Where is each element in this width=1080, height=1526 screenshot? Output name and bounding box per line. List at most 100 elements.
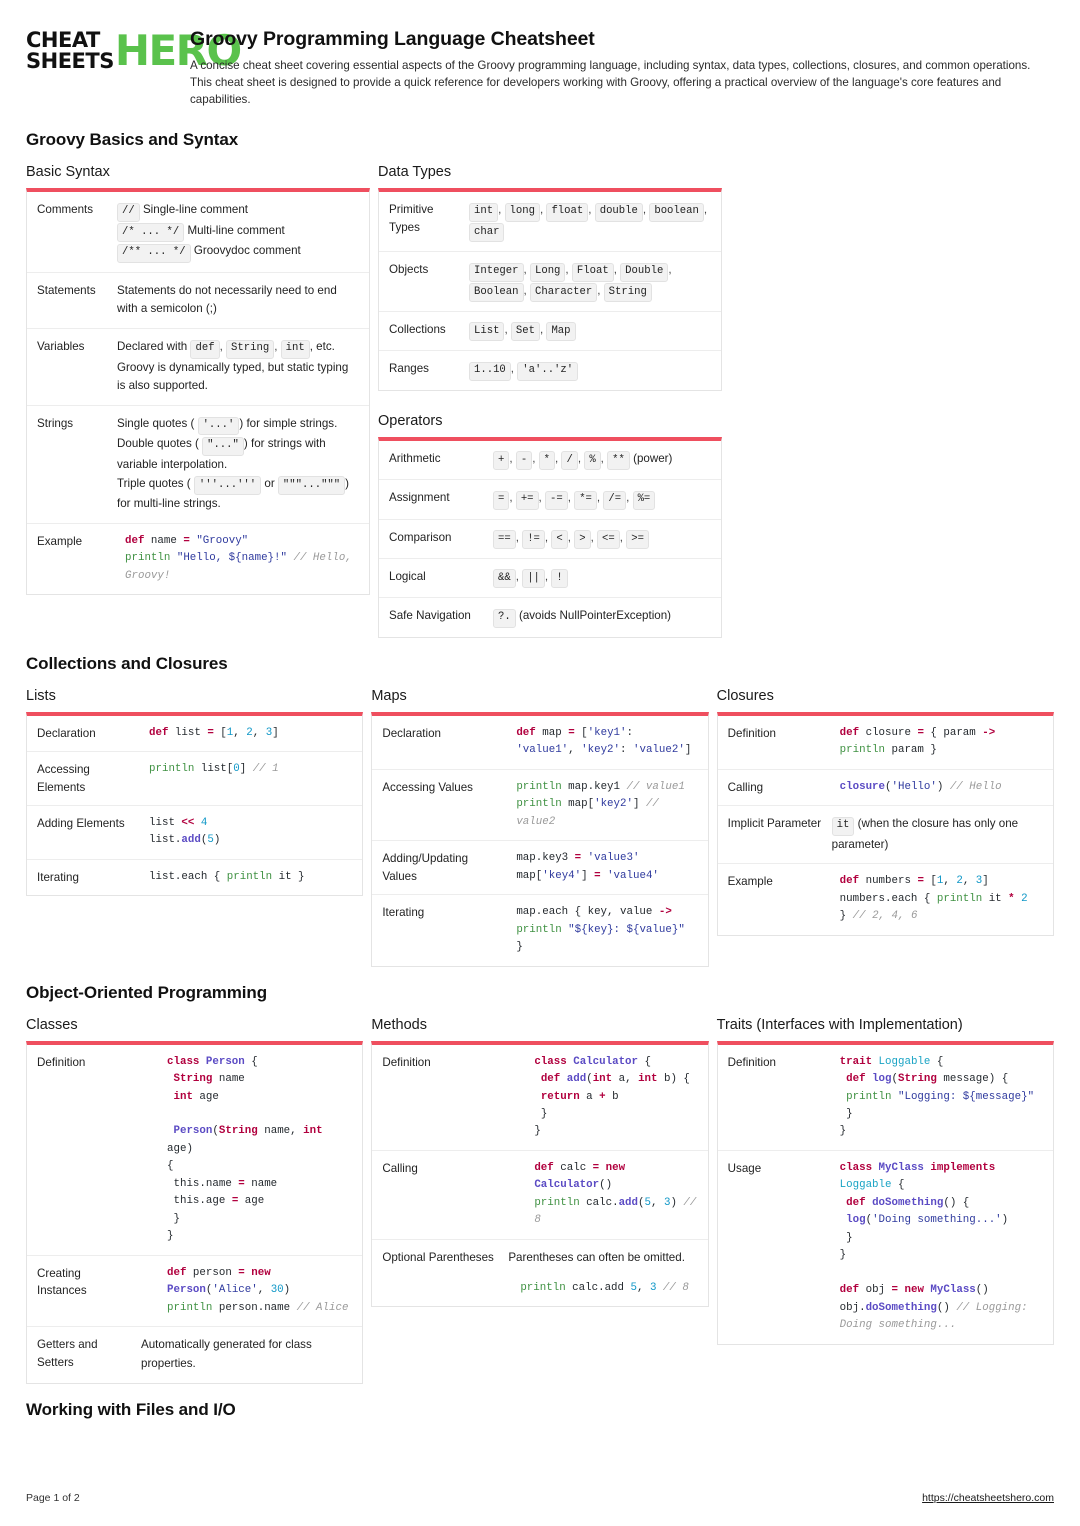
- row-value: def numbers = [1, 2, 3] numbers.each { p…: [828, 864, 1053, 934]
- table-row: Objects Integer, Long, Float, Double, Bo…: [379, 251, 721, 311]
- row-value: println list[0] // 1: [137, 752, 362, 787]
- cheatsheet-page: CHEAT SHEETS HERO Groovy Programming Lan…: [0, 0, 1080, 1526]
- code-block: class MyClass implements Loggable { def …: [839, 1161, 1035, 1332]
- row-value: list.each { println it }: [137, 860, 362, 895]
- table-row: Example def name = "Groovy" println "Hel…: [27, 522, 369, 594]
- page-footer: Page 1 of 2 https://cheatsheetshero.com: [26, 1492, 1054, 1504]
- code-chip: %: [584, 451, 601, 471]
- card-title-classes: Classes: [26, 1016, 78, 1033]
- page-number: Page 1 of 2: [26, 1492, 80, 1504]
- code-block: println calc.add 5, 3 // 8: [520, 1281, 689, 1294]
- code-chip: long: [504, 202, 540, 222]
- code-chip: /: [561, 451, 578, 471]
- card-closures: Definition def closure = { param -> prin…: [716, 711, 1054, 936]
- code-chip: int: [469, 202, 499, 222]
- row-value: it (when the closure has only one parame…: [828, 806, 1053, 863]
- code-chip: Float: [571, 262, 614, 282]
- code-block: list << 4 list.add(5): [149, 816, 221, 847]
- row-collections: Lists Declaration def list = [1, 2, 3] Acc…: [26, 688, 1054, 967]
- code-chip: ==: [493, 530, 516, 549]
- code-chip: """...""": [277, 476, 346, 496]
- row-value: list << 4 list.add(5): [137, 806, 362, 859]
- section-heading-basics: Groovy Basics and Syntax: [26, 130, 239, 150]
- row-label: Calling: [382, 1161, 418, 1175]
- row-value: def calc = new Calculator() println calc…: [504, 1151, 707, 1239]
- code-chip: !: [551, 569, 568, 589]
- row-text: Double quotes (: [117, 437, 199, 451]
- table-row: Usage class MyClass implements Loggable …: [717, 1149, 1053, 1344]
- code-chip: +=: [515, 490, 539, 510]
- row-label: Variables: [37, 340, 85, 354]
- card-title-basic-syntax: Basic Syntax: [26, 164, 110, 181]
- code-chip: char: [469, 223, 505, 243]
- row-value: def name = "Groovy" println "Hello, ${na…: [113, 524, 369, 594]
- row-label: Definition: [727, 1055, 776, 1069]
- row-value: +, -, *, /, %, ** (power): [489, 441, 721, 479]
- code-chip: Long: [529, 262, 566, 282]
- code-chip: Double: [620, 262, 669, 282]
- code-chip: double: [594, 202, 643, 222]
- row-label: Assignment: [389, 491, 450, 505]
- table-row: Declaration def list = [1, 2, 3]: [27, 716, 362, 751]
- column-basic-syntax: Basic Syntax Comments // Single-line com…: [26, 164, 370, 596]
- page-header: CHEAT SHEETS HERO Groovy Programming Lan…: [26, 26, 1054, 108]
- table-row: Definition class Person { String name in…: [27, 1045, 362, 1255]
- row-value: println map.key1 // value1 println map['…: [504, 770, 707, 840]
- code-chip: %=: [632, 490, 656, 510]
- table-row: Adding Elements list << 4 list.add(5): [27, 804, 363, 859]
- section-heading-oop: Object-Oriented Programming: [26, 982, 268, 1002]
- code-chip: int: [280, 339, 310, 359]
- column-methods: Methods Definition class Calculator { de…: [371, 1017, 709, 1308]
- row-label: Calling: [727, 780, 764, 794]
- code-chip: /* ... */: [117, 223, 185, 243]
- row-text: Declared with: [117, 340, 188, 354]
- row-label: Usage: [727, 1161, 762, 1175]
- table-row: Calling def calc = new Calculator() prin…: [372, 1149, 708, 1239]
- row-value: def list = [1, 2, 3]: [137, 716, 362, 751]
- table-row: Accessing Elements println list[0] // 1: [27, 751, 363, 805]
- code-chip: <=: [597, 530, 620, 549]
- row-label: Declaration: [37, 726, 96, 740]
- table-row: Assignment =, +=, -=, *=, /=, %=: [379, 479, 721, 518]
- row-label: Iterating: [382, 906, 425, 920]
- code-chip: Map: [546, 322, 576, 342]
- row-label: Declaration: [382, 726, 441, 740]
- code-chip: >=: [626, 530, 649, 549]
- table-row: Ranges 1..10, 'a'..'z': [379, 350, 721, 389]
- code-chip: it: [831, 816, 855, 836]
- row-label: Example: [37, 534, 83, 548]
- code-block: println list[0] // 1: [149, 763, 279, 776]
- row-label: Safe Navigation: [389, 609, 471, 623]
- card-lists: Declaration def list = [1, 2, 3] Accessing…: [26, 711, 364, 897]
- row-value: =, +=, -=, *=, /=, %=: [489, 480, 721, 518]
- table-row: Accessing Values println map.key1 // valu…: [372, 768, 708, 840]
- code-chip: +: [493, 451, 510, 471]
- table-row: Statements Statements do not necessarily…: [27, 271, 369, 329]
- code-chip: String: [226, 339, 275, 359]
- table-row: Implicit Parameter it (when the closure …: [717, 805, 1053, 863]
- code-chip: List: [469, 322, 505, 342]
- row-label: Logical: [389, 569, 426, 583]
- card-title-lists: Lists: [26, 687, 56, 704]
- code-block: def person = new Person('Alice', 30) pri…: [167, 1266, 349, 1314]
- row-note: (avoids NullPointerException): [518, 609, 672, 623]
- table-row: Variables Declared with def, String, int…: [27, 328, 369, 405]
- row-text: Triple quotes (: [117, 476, 191, 490]
- page-description: A concise cheat sheet covering essential…: [190, 59, 1031, 106]
- code-chip: =: [493, 490, 510, 510]
- code-block: trait Loggable { def log(String message)…: [839, 1055, 1035, 1138]
- row-label: Iterating: [37, 870, 79, 884]
- row-text: (when the closure has only one parameter…: [831, 817, 1019, 851]
- code-chip: '''...''': [193, 476, 262, 496]
- row-value: def closure = { param -> println param }: [828, 716, 1053, 769]
- code-chip: *=: [574, 490, 597, 510]
- table-row: Definition trait Loggable { def log(Stri…: [718, 1045, 1053, 1150]
- site-url-link[interactable]: https://cheatsheetshero.com: [922, 1492, 1054, 1504]
- section-heading-collections: Collections and Closures: [26, 653, 228, 673]
- table-row: Definition def closure = { param -> prin…: [718, 716, 1053, 769]
- card-methods: Definition class Calculator { def add(in…: [371, 1040, 709, 1308]
- row-value: Statements do not necessarily need to en…: [117, 283, 337, 316]
- code-chip: def: [190, 339, 220, 359]
- code-chip: -=: [545, 490, 568, 510]
- code-chip: /** ... */: [117, 243, 191, 263]
